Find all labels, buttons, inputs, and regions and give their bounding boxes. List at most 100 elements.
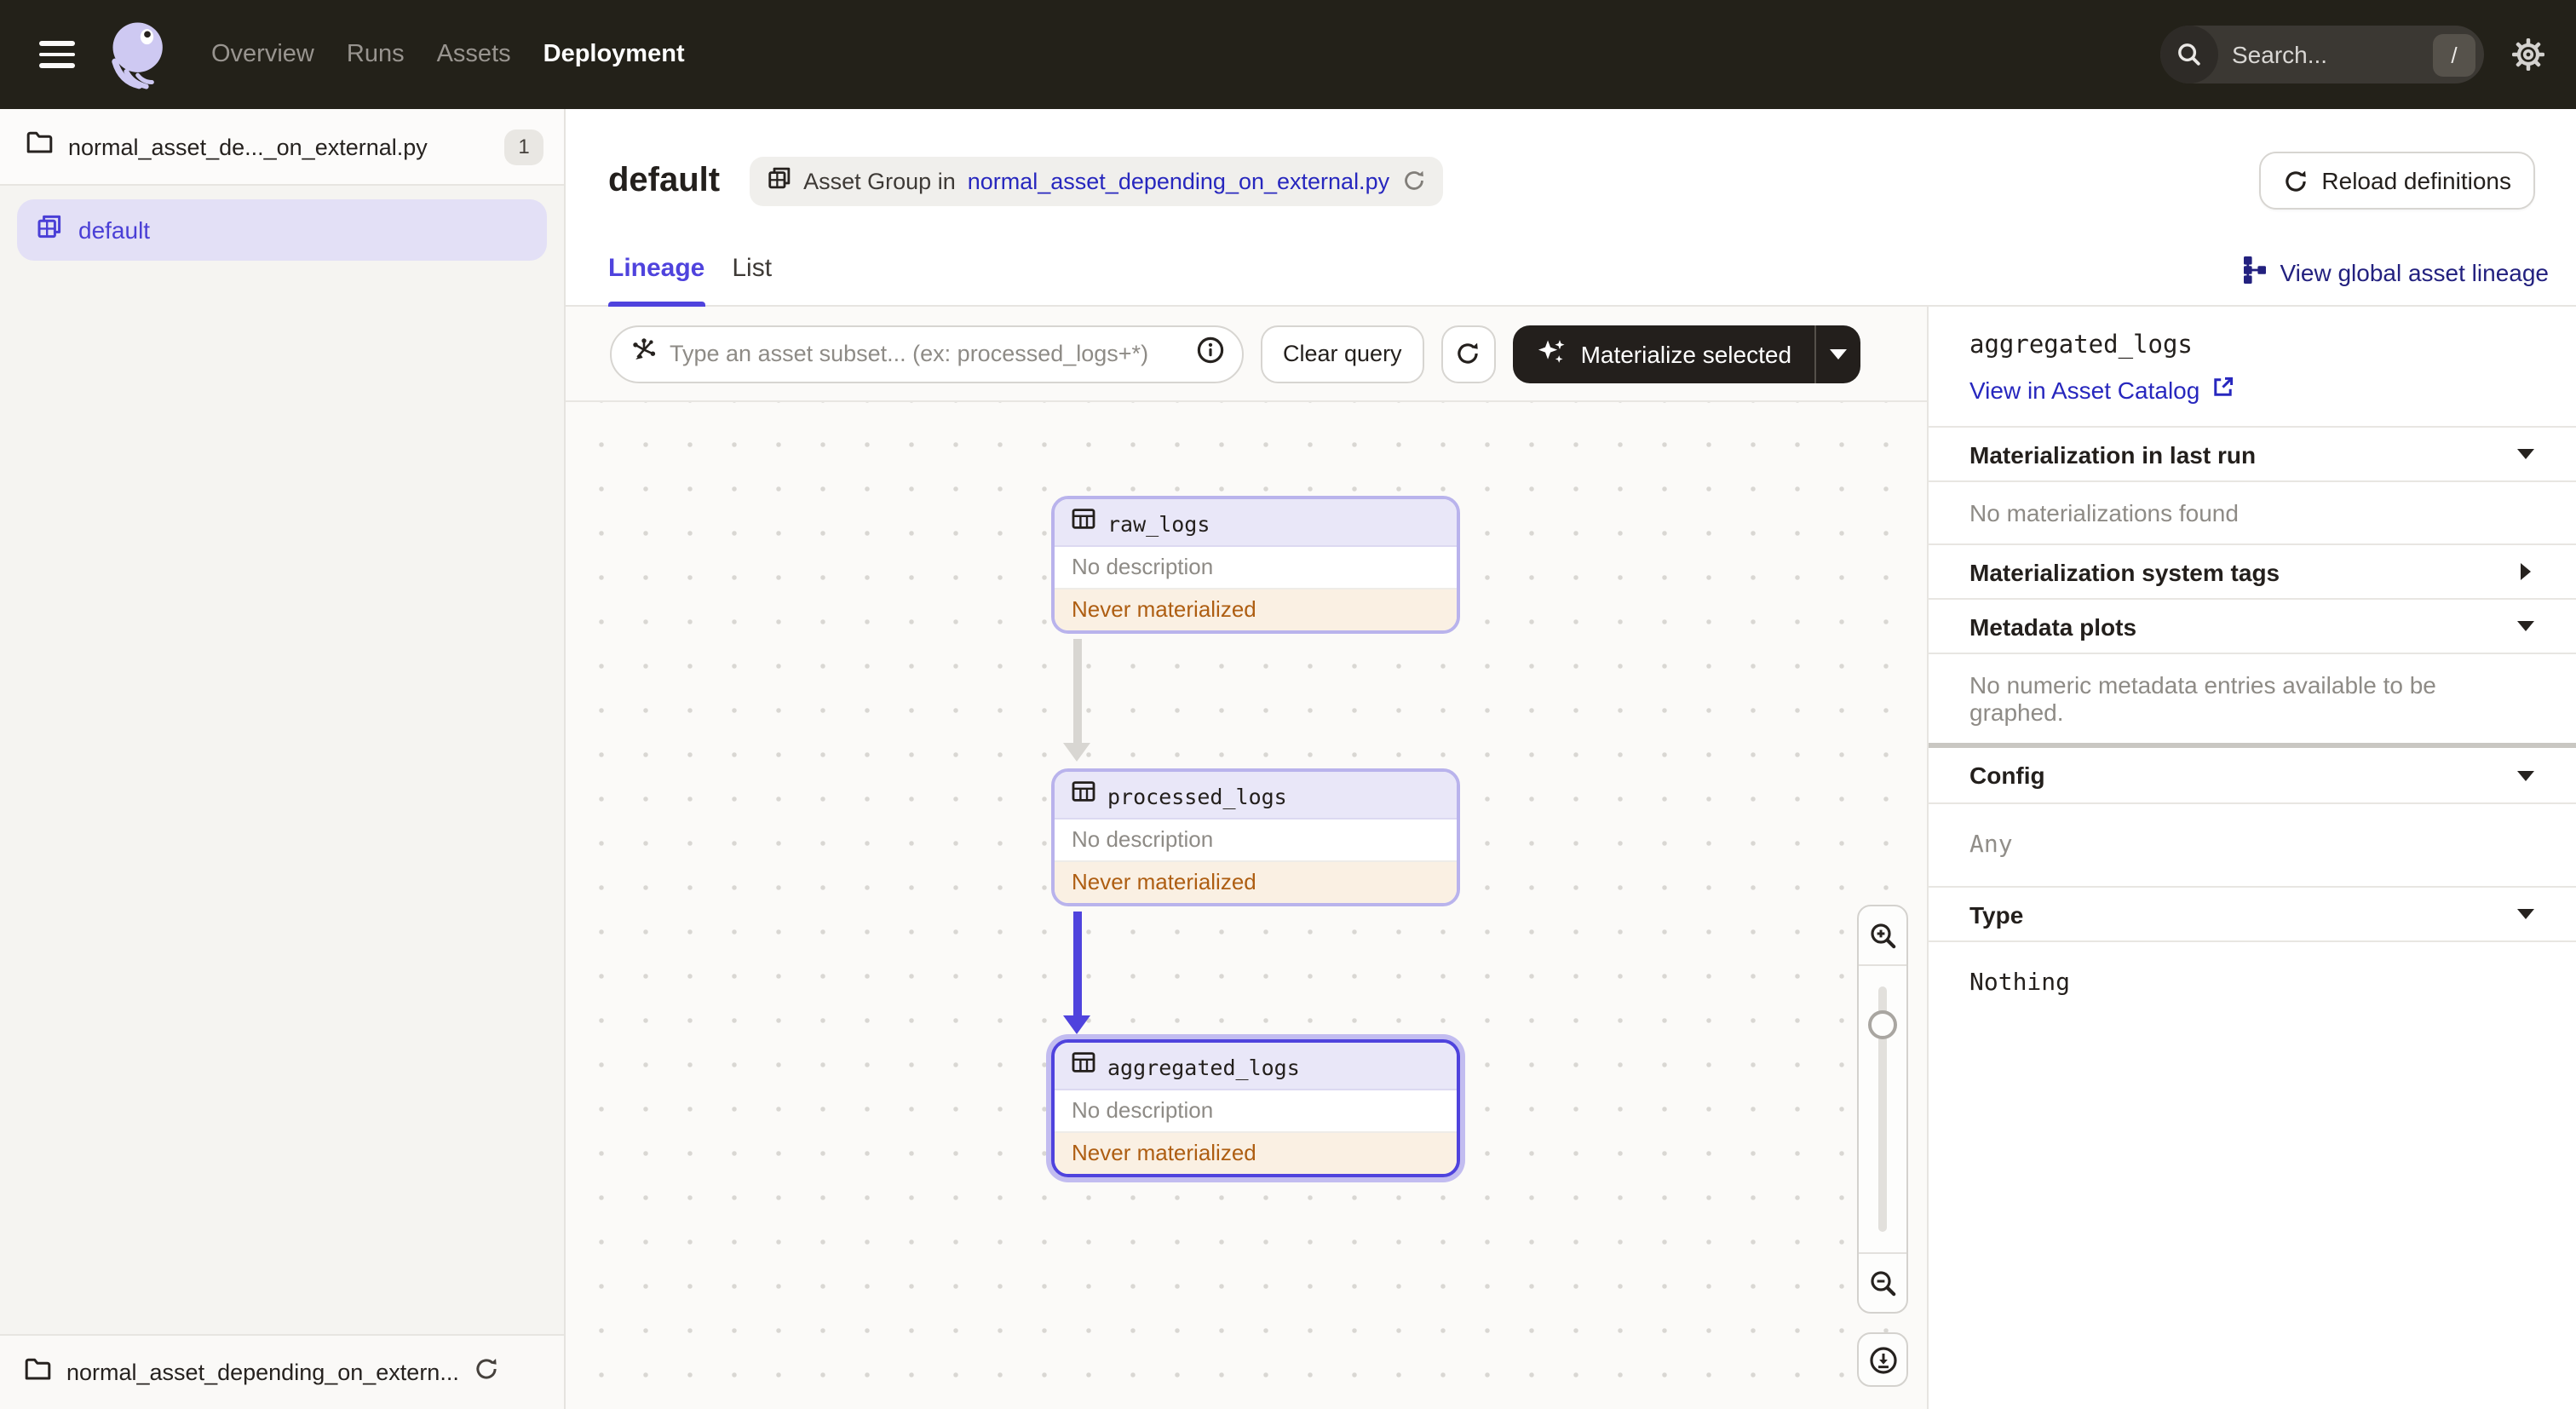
asset-node-description: No description — [1055, 820, 1457, 862]
materialize-button-group: Materialize selected — [1512, 325, 1860, 382]
nav-deployment[interactable]: Deployment — [543, 41, 685, 68]
table-icon — [1072, 780, 1095, 811]
page-title: default — [608, 161, 721, 198]
zoom-controls — [1857, 905, 1908, 1314]
main-content: default Asset Group in normal_asset_depe… — [566, 109, 2576, 1409]
asset-groups-sidebar: normal_asset_de..._on_external.py 1 defa… — [0, 109, 566, 1409]
dagster-app: Overview Runs Assets Deployment / — [0, 0, 2576, 1409]
clear-query-button[interactable]: Clear query — [1261, 325, 1424, 382]
config-value: Any — [1929, 802, 2576, 886]
nav-overview[interactable]: Overview — [211, 41, 314, 68]
sidebar-footer-code-location[interactable]: normal_asset_depending_on_extern... — [0, 1334, 564, 1409]
footer-code-location-label: normal_asset_depending_on_extern... — [66, 1360, 459, 1385]
sparkles-icon — [1535, 335, 1567, 372]
asset-query-input[interactable] — [670, 341, 1184, 366]
chevron-right-icon — [2516, 563, 2535, 580]
chevron-down-icon — [2516, 769, 2535, 781]
asset-node-status: Never materialized — [1055, 1133, 1457, 1174]
lineage-graph-pane: Clear query — [566, 307, 1927, 1409]
graph-toolbar: Clear query — [566, 307, 1927, 402]
view-global-asset-lineage-label: View global asset lineage — [2280, 259, 2550, 286]
tab-lineage[interactable]: Lineage — [608, 252, 705, 307]
asset-query-input-wrap — [610, 325, 1244, 382]
asset-graph-icon — [630, 336, 658, 371]
reload-definitions-button[interactable]: Reload definitions — [2258, 152, 2535, 210]
section-metadata-plots[interactable]: Metadata plots — [1929, 598, 2576, 653]
nav-runs[interactable]: Runs — [347, 41, 405, 68]
details-header: aggregated_logs View in Asset Catalog — [1929, 307, 2576, 426]
section-label: Materialization system tags — [1969, 558, 2280, 585]
refresh-graph-button[interactable] — [1440, 325, 1496, 382]
folder-icon — [24, 1355, 51, 1389]
nav-assets[interactable]: Assets — [437, 41, 511, 68]
asset-node-name: aggregated_logs — [1107, 1054, 1300, 1079]
breadcrumb-code-location-link[interactable]: normal_asset_depending_on_external.py — [968, 168, 1389, 193]
dagster-logo-icon[interactable] — [102, 17, 170, 92]
tab-lineage-label: Lineage — [608, 254, 705, 283]
type-value: Nothing — [1929, 940, 2576, 1048]
sidebar-item-code-location[interactable]: normal_asset_de..._on_external.py 1 — [0, 109, 564, 186]
selected-asset-name: aggregated_logs — [1969, 332, 2193, 359]
asset-node-header: raw_logs — [1055, 499, 1457, 547]
hamburger-menu-icon[interactable] — [24, 22, 89, 87]
materialize-selected-label: Materialize selected — [1580, 340, 1792, 367]
search-box[interactable]: / — [2160, 26, 2484, 83]
zoom-in-button[interactable] — [1859, 906, 1906, 964]
tabs-bar: Lineage List View global asset lineage — [566, 252, 2576, 307]
reload-icon[interactable] — [474, 1355, 500, 1389]
asset-node-aggregated-logs[interactable]: aggregated_logs No description Never mat… — [1051, 1039, 1460, 1177]
code-location-label: normal_asset_de..._on_external.py — [68, 134, 428, 159]
asset-node-processed-logs[interactable]: processed_logs No description Never mate… — [1051, 768, 1460, 906]
view-global-asset-lineage-link[interactable]: View global asset lineage — [2243, 252, 2550, 293]
asset-node-name: raw_logs — [1107, 510, 1210, 536]
zoom-out-button[interactable] — [1859, 1254, 1906, 1312]
metadata-plots-empty-state: No numeric metadata entries available to… — [1929, 653, 2576, 743]
reload-icon[interactable] — [1401, 169, 1425, 193]
tab-list-label: List — [732, 254, 773, 283]
tab-list[interactable]: List — [732, 252, 772, 307]
section-label: Materialization in last run — [1969, 440, 2257, 468]
materialize-dropdown-button[interactable] — [1814, 325, 1860, 382]
asset-count-badge: 1 — [504, 129, 543, 164]
asset-details-panel: aggregated_logs View in Asset Catalog Ma… — [1927, 307, 2576, 1409]
search-icon — [2160, 26, 2218, 83]
clear-query-label: Clear query — [1283, 341, 1402, 366]
zoom-slider-handle[interactable] — [1868, 1010, 1897, 1039]
asset-node-description: No description — [1055, 1090, 1457, 1133]
section-materialization-last-run[interactable]: Materialization in last run — [1929, 426, 2576, 480]
asset-node-status: Never materialized — [1055, 589, 1457, 630]
topnav-right: / — [2160, 26, 2576, 83]
info-icon[interactable] — [1196, 335, 1225, 372]
table-icon — [1072, 508, 1095, 538]
section-type[interactable]: Type — [1929, 886, 2576, 940]
asset-node-header: aggregated_logs — [1055, 1043, 1457, 1090]
view-in-asset-catalog-link[interactable]: View in Asset Catalog — [1969, 375, 2535, 404]
asset-node-header: processed_logs — [1055, 772, 1457, 820]
asset-node-status: Never materialized — [1055, 862, 1457, 903]
settings-gear-icon[interactable] — [2511, 37, 2545, 72]
primary-nav: Overview Runs Assets Deployment — [211, 41, 685, 68]
chevron-down-icon — [2516, 908, 2535, 920]
sidebar-item-group-default[interactable]: default — [17, 199, 547, 261]
table-icon — [1072, 1051, 1095, 1082]
section-config[interactable]: Config — [1929, 748, 2576, 802]
section-materialization-system-tags[interactable]: Materialization system tags — [1929, 543, 2576, 598]
edge-processed-to-aggregated — [1063, 912, 1090, 1036]
materialize-selected-button[interactable]: Materialize selected — [1513, 325, 1814, 382]
export-graph-button[interactable] — [1857, 1332, 1908, 1387]
materialization-empty-state: No materializations found — [1929, 480, 2576, 543]
chevron-down-icon — [2516, 448, 2535, 460]
asset-node-raw-logs[interactable]: raw_logs No description Never materializ… — [1051, 496, 1460, 634]
search-shortcut-badge: / — [2433, 33, 2475, 76]
search-input[interactable] — [2218, 41, 2433, 68]
breadcrumb-prefix: Asset Group in — [803, 168, 956, 193]
view-in-asset-catalog-label: View in Asset Catalog — [1969, 376, 2200, 403]
page-header: default Asset Group in normal_asset_depe… — [566, 109, 2576, 252]
asset-group-icon — [766, 165, 791, 196]
lineage-canvas[interactable]: raw_logs No description Never materializ… — [566, 402, 1927, 1409]
asset-group-icon — [36, 212, 63, 248]
edge-raw-to-processed — [1063, 639, 1090, 763]
section-label: Config — [1969, 762, 2045, 789]
reload-definitions-label: Reload definitions — [2321, 167, 2511, 194]
zoom-slider[interactable] — [1859, 964, 1906, 1254]
